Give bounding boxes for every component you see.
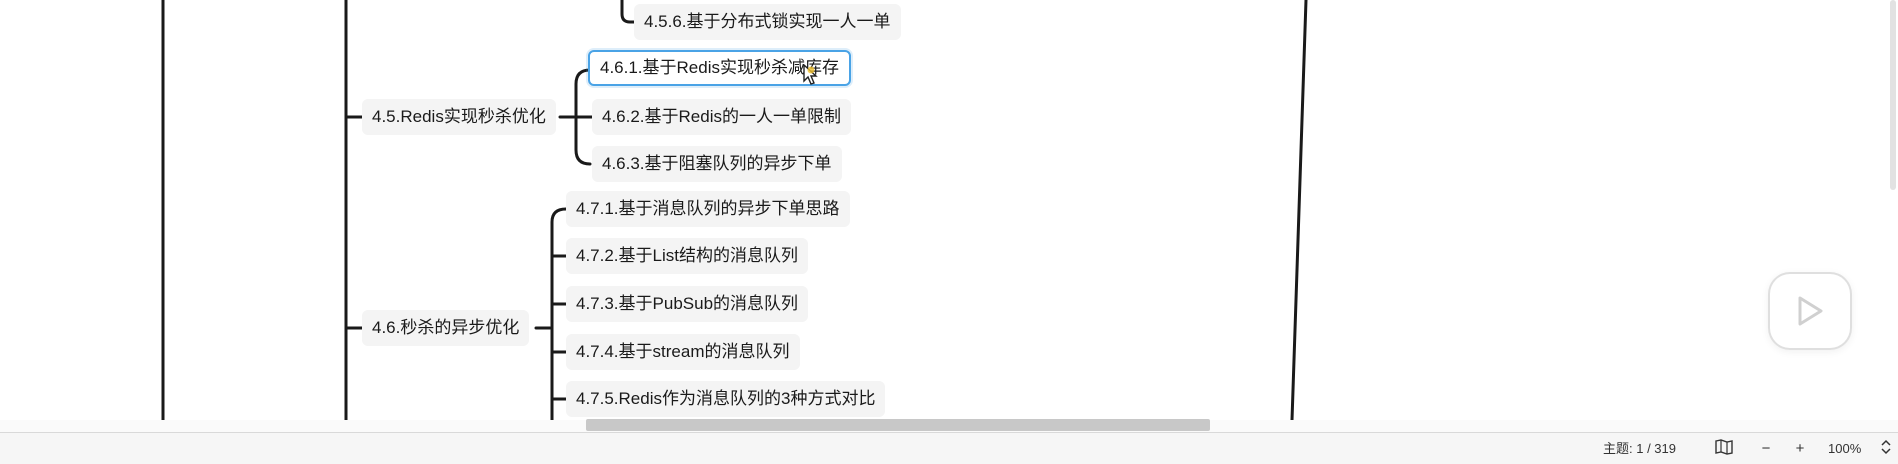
mouse-cursor-icon [803,64,818,85]
topic-node-4-7-2[interactable]: 4.7.2.基于List结构的消息队列 [566,238,808,274]
topic-node-4-7-4[interactable]: 4.7.4.基于stream的消息队列 [566,334,800,370]
horizontal-scrollbar-thumb[interactable] [586,419,1210,431]
play-button[interactable] [1768,272,1852,350]
zoom-out-button[interactable]: − [1756,439,1776,459]
topic-node-4-7-3[interactable]: 4.7.3.基于PubSub的消息队列 [566,286,809,322]
topic-node-4-6[interactable]: 4.6.秒杀的异步优化 [362,310,530,346]
topic-node-4-6-3[interactable]: 4.6.3.基于阻塞队列的异步下单 [592,146,842,182]
zoom-level: 100% [1828,441,1862,456]
mindmap-canvas[interactable]: 4.5.6.基于分布式锁实现一人一单 4.5.Redis实现秒杀优化 4.6.1… [0,0,1898,420]
topic-node-4-6-2[interactable]: 4.6.2.基于Redis的一人一单限制 [592,99,851,135]
vertical-scrollbar[interactable] [1890,0,1896,190]
zoom-in-button[interactable]: + [1790,439,1810,459]
up-down-stepper-icon[interactable] [1876,439,1896,459]
topic-node-4-7-1[interactable]: 4.7.1.基于消息队列的异步下单思路 [566,191,850,227]
topic-count: 主题: 1 / 319 [1603,441,1676,456]
topic-node-4-5-6[interactable]: 4.5.6.基于分布式锁实现一人一单 [634,4,901,40]
connector-lines [161,0,1308,420]
play-icon [1798,296,1823,326]
topic-node-4-7-5[interactable]: 4.7.5.Redis作为消息队列的3种方式对比 [566,381,886,417]
status-bar: 主题: 1 / 319 − + 100% [0,432,1898,464]
topic-node-4-5[interactable]: 4.5.Redis实现秒杀优化 [362,99,556,135]
map-icon[interactable] [1714,439,1734,459]
